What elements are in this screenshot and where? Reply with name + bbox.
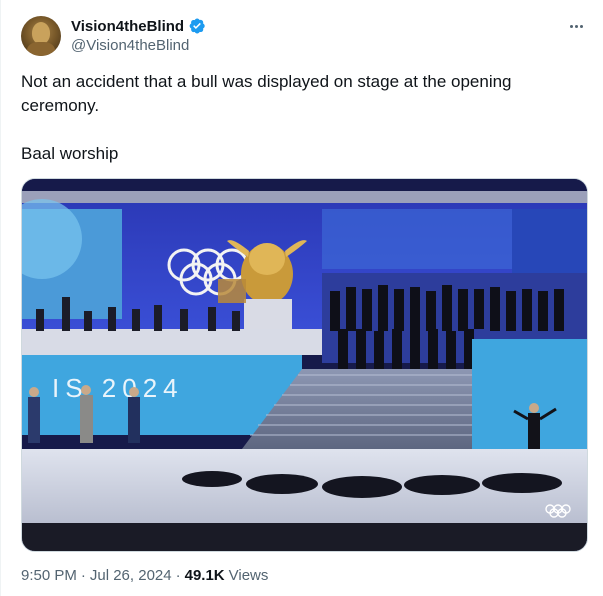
tweet-meta: 9:50 PM · Jul 26, 2024 · 49.1K Views (21, 567, 268, 584)
avatar-head (32, 22, 50, 44)
floor-edge (22, 523, 587, 551)
tweet-date[interactable]: Jul 26, 2024 (90, 567, 172, 584)
author-handle[interactable]: @Vision4theBlind (71, 37, 189, 54)
tweet-card[interactable]: Vision4theBlind @Vision4theBlind Not an … (0, 0, 603, 596)
views-count: 49.1K (184, 567, 225, 584)
avatar[interactable] (21, 16, 61, 56)
author-display-name[interactable]: Vision4theBlind (71, 18, 184, 35)
verified-badge-icon (189, 18, 205, 34)
more-options-icon[interactable] (566, 16, 586, 36)
more-dot (574, 24, 578, 28)
orchestra-platform (22, 329, 322, 355)
tweet-text: Not an accident that a bull was displaye… (21, 70, 581, 190)
tweet-text-line: Baal worship (21, 144, 119, 163)
top-lights (22, 191, 587, 203)
graphic-panel (322, 209, 512, 269)
tweet-time[interactable]: 9:50 PM (21, 567, 77, 584)
stage-text: IS 2024 (52, 373, 184, 403)
meta-separator: · (80, 567, 86, 584)
more-dot (579, 24, 583, 28)
ceremony-scene: IS 2024 (22, 179, 587, 551)
tweet-text-line: Not an accident that a bull was displaye… (21, 72, 512, 115)
meta-separator: · (175, 567, 181, 584)
author-name-row: Vision4theBlind (71, 16, 206, 36)
tweet-media-image[interactable]: IS 2024 (21, 178, 588, 552)
more-dot (569, 24, 573, 28)
views-label: Views (228, 567, 269, 584)
avatar-body (27, 42, 55, 56)
